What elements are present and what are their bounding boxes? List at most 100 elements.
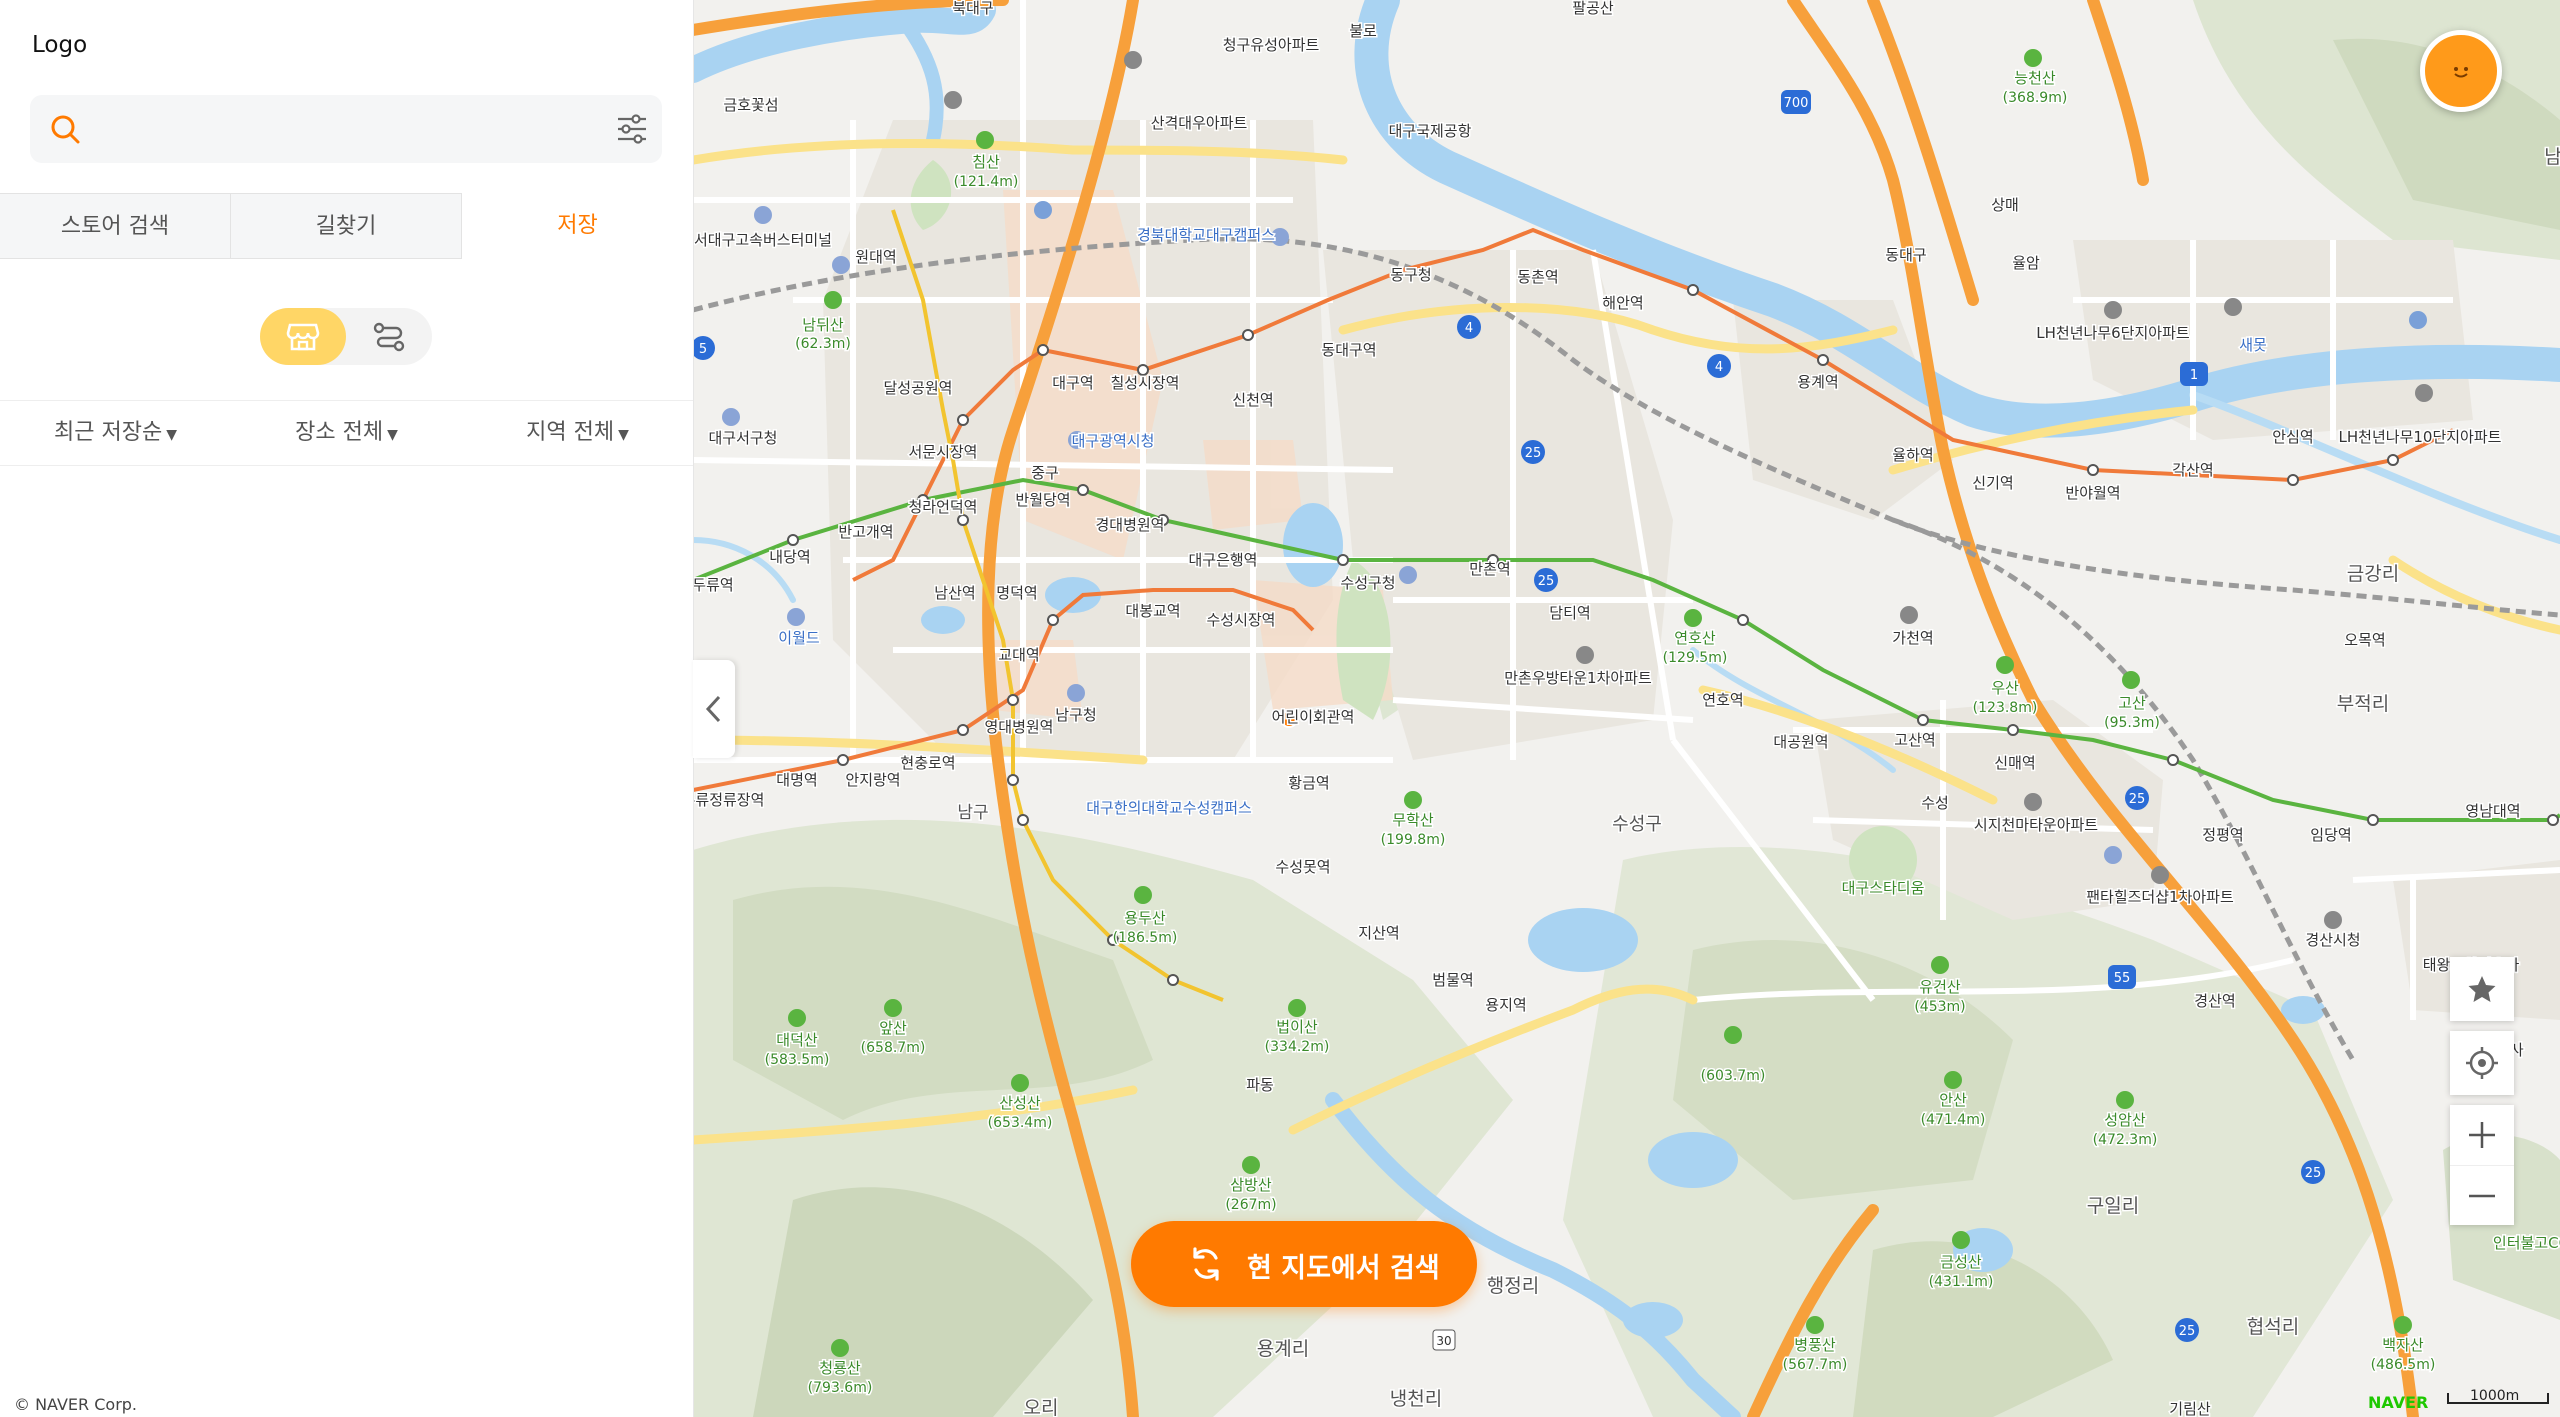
map-label: 명덕역: [996, 584, 1037, 602]
store-icon: [286, 323, 320, 351]
map-label: 남구: [957, 803, 988, 823]
caret-down-icon: ▼: [166, 427, 177, 443]
map-label: 반야월역: [2065, 484, 2120, 502]
map-label: 파동: [1246, 1076, 1274, 1094]
map-label: 수성: [1921, 794, 1949, 812]
map-label: 대구한의대학교수성캠퍼스: [1086, 799, 1252, 817]
map-label: 어린이회관역: [1272, 708, 1355, 726]
map-label: (453m): [1914, 999, 1965, 1015]
map-label: 시지천마타운아파트: [1974, 816, 2098, 834]
map-label: 가천역: [1892, 629, 1933, 647]
map-label: 오리: [1024, 1397, 1059, 1417]
filter-region-label: 지역 전체: [526, 420, 615, 445]
route-shield-label: 25: [1538, 574, 1555, 589]
sidebar: Logo 스토어 검색 길찾기 저장 최근 저장순 ▼ 장소 전체 ▼ 지역 전…: [0, 0, 694, 1417]
map-label: 침산: [972, 153, 1000, 171]
map-label: 해안역: [1602, 294, 1643, 312]
map-label: 칠성시장역: [1110, 374, 1179, 392]
map-label: (472.3m): [2093, 1132, 2158, 1148]
map-label: 금성산: [1940, 1253, 1982, 1271]
map-label: 범물역: [1432, 971, 1473, 989]
map-label: 대구역: [1052, 374, 1093, 392]
map-label: 교대역: [998, 646, 1039, 664]
filter-sliders-icon[interactable]: [612, 109, 652, 149]
toggle-route-button[interactable]: [346, 308, 432, 365]
map-label: 율암: [2012, 254, 2040, 272]
filter-row: 최근 저장순 ▼ 장소 전체 ▼ 지역 전체 ▼: [0, 400, 693, 466]
map-label: 중구: [1031, 464, 1059, 482]
map-canvas[interactable]: 5 4 4 25 25 25 25 25 700 1 55 30 북대구 청구유…: [693, 0, 2560, 1417]
map-label: 불로: [1349, 22, 1377, 40]
map-label: 용지역: [1485, 996, 1526, 1014]
zoom-out-button[interactable]: [2450, 1165, 2514, 1226]
locate-icon: [2466, 1047, 2498, 1079]
locate-me-button[interactable]: [2450, 1031, 2514, 1095]
filter-sort-label: 최근 저장순: [54, 420, 163, 445]
map-label: 안지랑역: [845, 771, 900, 789]
map-label: (121.4m): [954, 174, 1019, 190]
caret-down-icon: ▼: [387, 427, 398, 443]
map-label: 대구은행역: [1188, 551, 1257, 569]
toggle-store-button[interactable]: [260, 308, 346, 365]
map-label: 병풍산: [1794, 1336, 1836, 1354]
tab-bar: 스토어 검색 길찾기 저장: [0, 193, 693, 259]
favorites-button[interactable]: [2450, 957, 2514, 1021]
user-avatar[interactable]: [2420, 30, 2502, 112]
map-label: (129.5m): [1663, 650, 1728, 666]
caret-down-icon: ▼: [618, 427, 629, 443]
map-label: (567.7m): [1783, 1357, 1848, 1373]
map-label: 용계역: [1797, 373, 1838, 391]
map-label: 동촌역: [1517, 268, 1558, 286]
map-label: 백자산: [2382, 1336, 2424, 1354]
map-label: (95.3m): [2104, 715, 2160, 731]
map-label: 행정리: [1487, 1275, 1539, 1297]
map-label: 지산역: [1358, 924, 1399, 942]
collapse-sidebar-button[interactable]: [693, 660, 735, 758]
map-label: (603.7m): [1701, 1068, 1766, 1084]
map-label: (653.4m): [988, 1115, 1053, 1131]
map-label: 앞산: [879, 1019, 907, 1037]
map-label: (583.5m): [765, 1052, 830, 1068]
map-label: 서문시장역: [908, 443, 977, 461]
filter-sort[interactable]: 최근 저장순 ▼: [0, 401, 231, 465]
map-label: 인터불고CC: [2493, 1234, 2560, 1252]
tab-directions[interactable]: 길찾기: [231, 193, 462, 259]
filter-region[interactable]: 지역 전체 ▼: [462, 401, 693, 465]
map-label: 영남대역: [2465, 802, 2520, 820]
zoom-in-button[interactable]: [2450, 1105, 2514, 1165]
map-label: 대구광역시청: [1072, 432, 1155, 450]
map-label: (267m): [1225, 1197, 1276, 1213]
map-label: 무학산: [1392, 811, 1434, 829]
map-label: 냉천리: [1390, 1388, 1442, 1410]
chevron-left-icon: [705, 695, 721, 723]
search-bar[interactable]: [30, 95, 662, 163]
map-label: 상매: [1991, 196, 2019, 214]
search-input[interactable]: [100, 109, 584, 151]
route-shield-label: 4: [1465, 321, 1473, 336]
route-shield-label: 25: [2129, 792, 2146, 807]
copyright: © NAVER Corp.: [14, 1395, 138, 1414]
map-label: 대구스타디움: [1842, 879, 1925, 897]
map-view[interactable]: 5 4 4 25 25 25 25 25 700 1 55 30 북대구 청구유…: [693, 0, 2560, 1417]
map-label: 안심역: [2272, 428, 2313, 446]
map-label: 청구유성아파트: [1223, 36, 1320, 54]
tab-saved[interactable]: 저장: [462, 193, 693, 259]
map-label: 연호산: [1674, 629, 1716, 647]
map-label: 대공원역: [1773, 733, 1828, 751]
search-this-area-button[interactable]: 현 지도에서 검색: [1131, 1221, 1477, 1307]
map-label: 대덕산: [776, 1031, 818, 1049]
plus-icon: [2469, 1122, 2495, 1148]
map-label: (334.2m): [1265, 1039, 1330, 1055]
filter-place[interactable]: 장소 전체 ▼: [231, 401, 462, 465]
route-shield-label: 25: [2305, 1166, 2322, 1181]
map-label: 남산역: [934, 584, 975, 602]
map-label: 남구청: [1055, 706, 1096, 724]
tab-store-search[interactable]: 스토어 검색: [0, 193, 231, 259]
route-shield-label: 55: [2114, 971, 2131, 986]
filter-place-label: 장소 전체: [295, 420, 384, 445]
map-label: 팔공산: [1572, 0, 1614, 17]
map-label: 북대구: [952, 0, 993, 17]
map-label: (486.5m): [2371, 1357, 2436, 1373]
route-shield-label: 25: [1525, 446, 1542, 461]
search-icon: [51, 115, 80, 144]
